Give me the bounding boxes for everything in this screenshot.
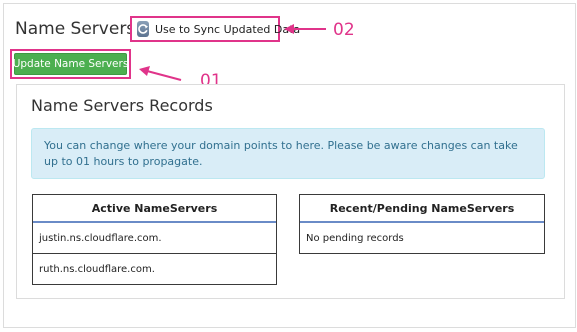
pending-nameservers-table: Recent/Pending NameServers No pending re… — [299, 194, 545, 254]
active-nameservers-header: Active NameServers — [33, 195, 276, 223]
arrow-02 — [284, 24, 326, 34]
active-nameservers-table: Active NameServers justin.ns.cloudflare.… — [32, 194, 277, 285]
table-row: ruth.ns.cloudflare.com. — [33, 254, 276, 285]
table-row: No pending records — [300, 223, 544, 254]
name-servers-records-panel: Name Servers Records You can change wher… — [16, 84, 565, 299]
records-title: Name Servers Records — [31, 96, 213, 115]
pending-nameservers-header: Recent/Pending NameServers — [300, 195, 544, 223]
propagation-info-alert: You can change where your domain points … — [31, 128, 545, 179]
annotation-marker-02: 02 — [333, 20, 355, 40]
table-row: justin.ns.cloudflare.com. — [33, 223, 276, 254]
arrow-01 — [139, 66, 182, 81]
